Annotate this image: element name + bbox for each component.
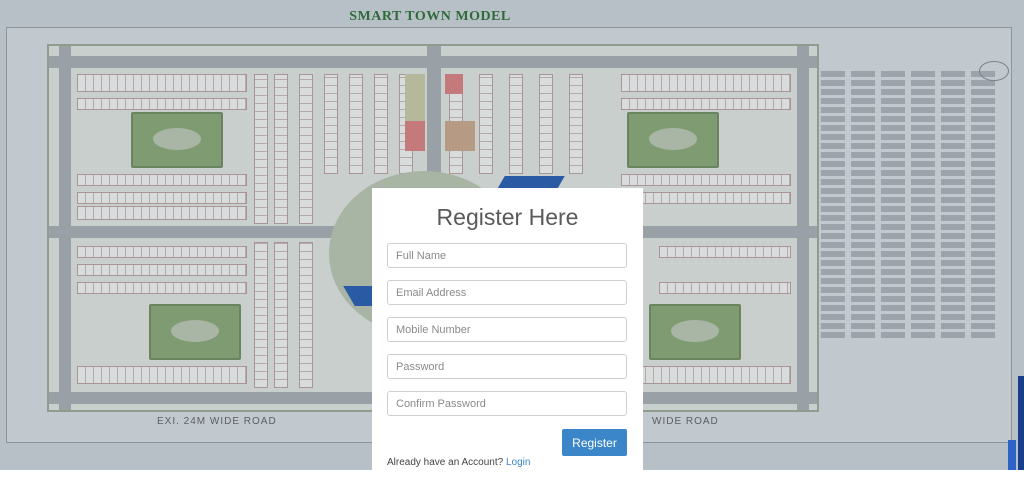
mobile-input[interactable] <box>387 317 627 342</box>
plot-block <box>621 366 791 384</box>
plot-block <box>509 74 523 174</box>
plot-block <box>77 264 247 276</box>
plot-block <box>77 282 247 294</box>
side-accent-bar <box>1018 376 1024 470</box>
plot-block <box>659 282 791 294</box>
road <box>797 46 809 410</box>
plot-block <box>299 74 313 224</box>
plot-block <box>77 174 247 186</box>
plot-block <box>621 74 791 92</box>
road-label-right: WIDE ROAD <box>652 416 719 427</box>
plot-block <box>77 366 247 384</box>
plot-block <box>254 74 268 224</box>
accent-stripe <box>1008 440 1016 470</box>
plot-block <box>254 242 268 388</box>
north-seal-icon <box>979 61 1009 81</box>
road-label-left: EXI. 24M WIDE ROAD <box>157 416 277 427</box>
plot-block <box>77 206 247 220</box>
plot-block <box>479 74 493 174</box>
plot-block <box>77 246 247 258</box>
park-north-west <box>131 112 223 168</box>
plot-block <box>77 98 247 110</box>
reference-legend <box>821 68 1001 398</box>
plot-block <box>77 192 247 204</box>
park-north-east <box>627 112 719 168</box>
password-input[interactable] <box>387 354 627 379</box>
email-input[interactable] <box>387 280 627 305</box>
confirm-password-input[interactable] <box>387 391 627 416</box>
register-form: Register Here Register Already have an A… <box>372 188 643 484</box>
building <box>405 121 425 151</box>
park-south-east <box>649 304 741 360</box>
road <box>59 46 71 410</box>
plot-block <box>539 74 553 174</box>
plot-block <box>621 192 791 204</box>
master-plan-title: SMART TOWN MODEL <box>349 9 511 24</box>
plot-block <box>621 174 791 186</box>
building <box>445 121 475 151</box>
plot-block <box>274 242 288 388</box>
plot-block <box>621 98 791 110</box>
login-link[interactable]: Login <box>506 457 530 468</box>
login-prompt: Already have an Account? Login <box>387 457 530 468</box>
building <box>445 74 463 94</box>
plot-block <box>324 74 338 174</box>
register-title: Register Here <box>436 204 579 230</box>
plot-block <box>274 74 288 224</box>
login-prompt-text: Already have an Account? <box>387 457 504 468</box>
full-name-input[interactable] <box>387 243 627 268</box>
park-south-west <box>149 304 241 360</box>
plot-block <box>569 74 583 174</box>
plot-block <box>659 246 791 258</box>
plot-block <box>374 74 388 174</box>
plot-block <box>77 74 247 92</box>
plot-block <box>349 74 363 174</box>
plot-block <box>299 242 313 388</box>
register-button[interactable]: Register <box>562 429 627 456</box>
